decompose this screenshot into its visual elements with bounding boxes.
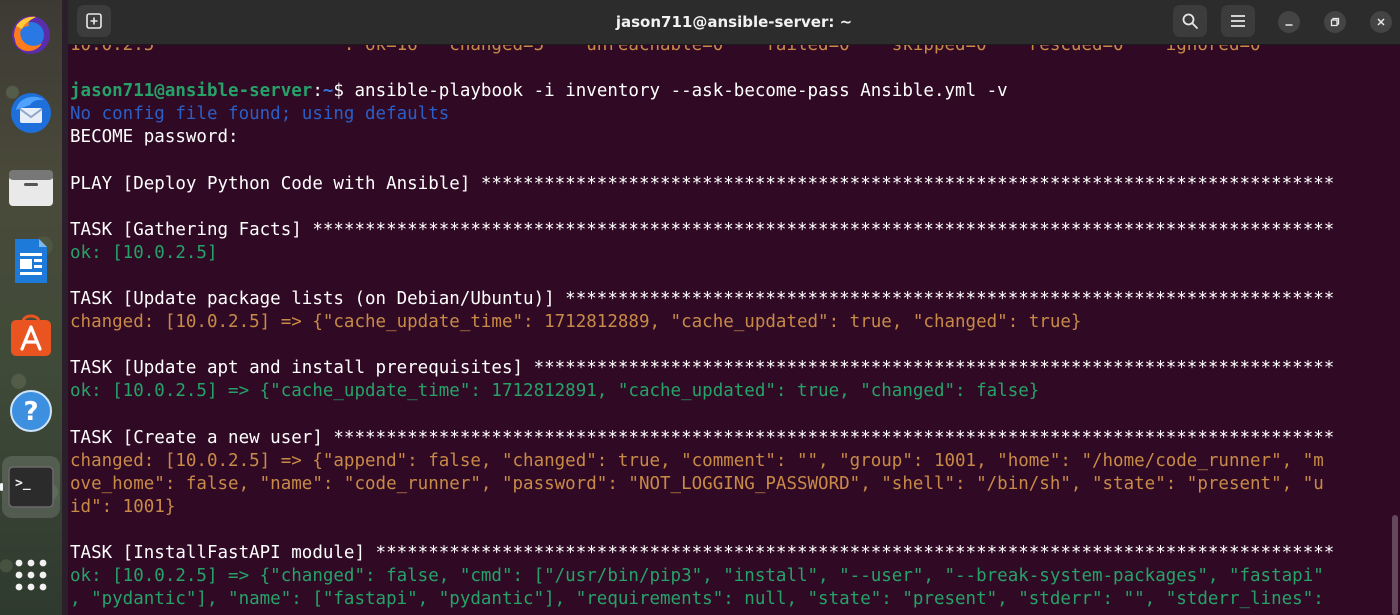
- terminal-line: changed: [10.0.2.5] => {"append": false,…: [70, 450, 1400, 473]
- files-icon[interactable]: [6, 162, 56, 212]
- new-tab-icon: [86, 13, 102, 29]
- terminal-text-segment: TASK [Create a new user] ***************…: [70, 427, 1335, 448]
- firefox-icon[interactable]: [6, 10, 56, 60]
- close-button[interactable]: [1370, 11, 1392, 33]
- new-tab-button[interactable]: [77, 5, 111, 37]
- terminal-line: ove_home": false, "name": "code_runner",…: [70, 473, 1400, 496]
- search-button[interactable]: [1173, 5, 1207, 37]
- search-icon: [1182, 13, 1198, 29]
- maximize-button[interactable]: [1324, 11, 1346, 33]
- terminal-text-segment: changed: [10.0.2.5] => {"cache_update_ti…: [70, 312, 1082, 333]
- dock: ? >_: [0, 0, 62, 615]
- hamburger-menu-icon: [1231, 15, 1245, 27]
- terminal-text-segment: , "pydantic"], "name": ["fastapi", "pyda…: [70, 589, 1335, 610]
- terminal-text-segment: TASK [Update package lists (on Debian/Ub…: [70, 289, 1335, 310]
- help-icon[interactable]: ?: [6, 386, 56, 436]
- terminal-text-segment: TASK [InstallFastAPI module] ***********…: [70, 543, 1335, 564]
- terminal-scrollbar[interactable]: [1392, 515, 1398, 615]
- terminal-output[interactable]: 10.0.2.5 : ok=16 changed=5 unreachable=0…: [68, 45, 1400, 615]
- terminal-line: TASK [InstallFastAPI module] ***********…: [70, 542, 1400, 565]
- terminal-line: 10.0.2.5 : ok=16 changed=5 unreachable=0…: [70, 45, 1400, 57]
- terminal-line: changed: [10.0.2.5] => {"cache_update_ti…: [70, 311, 1400, 334]
- thunderbird-icon[interactable]: [6, 88, 56, 138]
- terminal-text-segment: PLAY [Deploy Python Code with Ansible] *…: [70, 173, 1335, 194]
- terminal-icon[interactable]: >_: [2, 456, 60, 518]
- show-apps-icon[interactable]: [6, 550, 56, 600]
- terminal-line: ok: [10.0.2.5]: [70, 242, 1400, 265]
- terminal-line: ok: [10.0.2.5] => {"cache_update_time": …: [70, 380, 1400, 403]
- svg-text:>_: >_: [15, 476, 31, 491]
- restore-icon: [1330, 17, 1340, 27]
- terminal-titlebar: jason711@ansible-server: ~: [68, 0, 1400, 45]
- terminal-text-segment: ok: [10.0.2.5] => {"changed": false, "cm…: [70, 566, 1324, 587]
- app-center-icon[interactable]: [6, 310, 56, 360]
- terminal-line: TASK [Update package lists (on Debian/Ub…: [70, 288, 1400, 311]
- terminal-line: ok: [10.0.2.5] => {"changed": false, "cm…: [70, 565, 1400, 588]
- terminal-text-segment: $ ansible-playbook -i inventory --ask-be…: [333, 81, 1008, 102]
- terminal-text-segment: TASK [Gathering Facts] *****************…: [70, 219, 1335, 240]
- terminal-text-segment: ok: [10.0.2.5] => {"cache_update_time": …: [70, 381, 1040, 402]
- terminal-line: PLAY [Deploy Python Code with Ansible] *…: [70, 173, 1400, 196]
- terminal-text-segment: 10.0.2.5 : ok=16 changed=5 unreachable=0…: [70, 45, 1261, 55]
- terminal-line: TASK [Gathering Facts] *****************…: [70, 219, 1400, 242]
- terminal-text-segment: :: [312, 81, 323, 102]
- svg-text:?: ?: [23, 397, 38, 427]
- terminal-line: , "pydantic"], "name": ["fastapi", "pyda…: [70, 588, 1400, 611]
- terminal-text-segment: ~: [322, 81, 334, 102]
- terminal-line: TASK [Update apt and install prerequisit…: [70, 357, 1400, 380]
- terminal-line: No config file found; using defaults: [70, 103, 1400, 126]
- minimize-button[interactable]: [1278, 11, 1300, 33]
- terminal-text-segment: id": 1001}: [70, 496, 176, 517]
- terminal-text-segment: jason711@ansible-server: [70, 81, 313, 102]
- terminal-text-segment: ove_home": false, "name": "code_runner",…: [70, 473, 1324, 494]
- libreoffice-writer-icon[interactable]: [6, 236, 56, 286]
- terminal-lines: 10.0.2.5 : ok=16 changed=5 unreachable=0…: [70, 45, 1400, 611]
- terminal-line: BECOME password:: [70, 126, 1400, 149]
- terminal-line: TASK [Create a new user] ***************…: [70, 427, 1400, 450]
- terminal-line: id": 1001}: [70, 496, 1400, 519]
- terminal-text-segment: No config file found; using defaults: [70, 104, 450, 125]
- terminal-line: jason711@ansible-server:~$ ansible-playb…: [70, 80, 1400, 103]
- terminal-text-segment: changed: [10.0.2.5] => {"append": false,…: [70, 450, 1324, 471]
- terminal-text-segment: BECOME password:: [70, 127, 239, 148]
- menu-button[interactable]: [1221, 5, 1255, 37]
- running-indicator: [0, 483, 3, 491]
- terminal-text-segment: TASK [Update apt and install prerequisit…: [70, 358, 1335, 379]
- close-icon: [1377, 18, 1385, 26]
- terminal-text-segment: ok: [10.0.2.5]: [70, 242, 218, 263]
- minimize-icon: [1285, 24, 1293, 26]
